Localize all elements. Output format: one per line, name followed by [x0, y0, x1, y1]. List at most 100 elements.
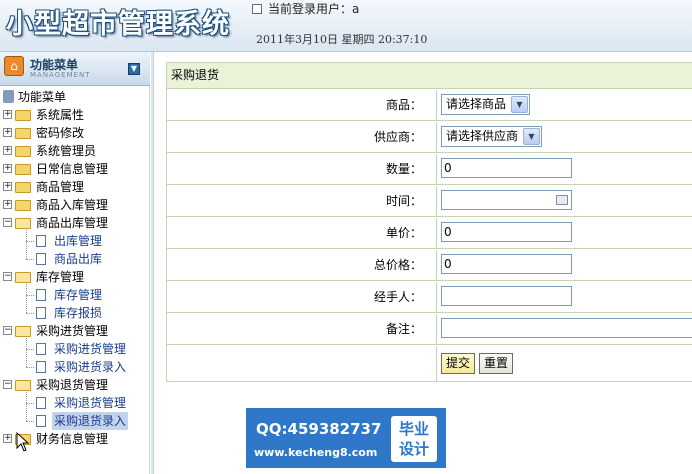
tree-guide [26, 403, 34, 404]
document-icon [36, 307, 46, 319]
sidebar-subitem[interactable]: 库存管理 [0, 286, 150, 304]
sidebar-item-label: 库存管理 [36, 270, 85, 284]
folder-open-icon [15, 218, 31, 229]
sidebar-subitem-label: 商品出库 [54, 252, 103, 266]
sidebar-item[interactable]: − 采购退货管理 [0, 376, 150, 394]
chevron-down-icon[interactable]: ▼ [511, 96, 528, 113]
sidebar-item[interactable]: + 商品入库管理 [0, 196, 150, 214]
row-quantity: 数量： 0 [167, 154, 692, 185]
expand-node-icon[interactable]: + [3, 200, 12, 209]
total-price-label: 总价格： [167, 250, 437, 280]
sidebar-item-label: 系统管理员 [36, 144, 97, 158]
computer-icon [3, 90, 14, 103]
sidebar-item[interactable]: + 系统属性 [0, 106, 150, 124]
row-handler: 经手人： [167, 282, 692, 313]
sidebar-subitem[interactable]: 采购退货录入 [0, 412, 150, 430]
app-header: 小型超市管理系统 当前登录用户：a 2011年3月10日 星期四 20:37:1… [0, 0, 692, 52]
document-icon [36, 415, 46, 427]
current-user-text: 当前登录用户：a [268, 2, 360, 16]
collapse-node-icon[interactable]: − [3, 326, 12, 335]
row-actions: 提交 重置 [167, 346, 692, 382]
sidebar-subitem[interactable]: 商品出库 [0, 250, 150, 268]
collapse-node-icon[interactable]: − [3, 218, 12, 227]
app-title: 小型超市管理系统 [6, 9, 230, 40]
expand-node-icon[interactable]: + [3, 128, 12, 137]
row-product: 商品： 请选择商品 ▼ [167, 90, 692, 121]
expand-node-icon[interactable]: + [3, 164, 12, 173]
expand-node-icon[interactable]: + [3, 146, 12, 155]
watermark-badge: 毕业 设计 [391, 416, 437, 462]
datetime: 2011年3月10日 星期四 20:37:10 [256, 33, 428, 46]
tree-guide [26, 421, 34, 422]
expand-node-icon[interactable]: + [3, 110, 12, 119]
sidebar-item[interactable]: + 密码修改 [0, 124, 150, 142]
supplier-select[interactable]: 请选择供应商 ▼ [441, 126, 542, 147]
product-select[interactable]: 请选择商品 ▼ [441, 94, 530, 115]
document-icon [36, 253, 46, 265]
current-user: 当前登录用户：a [252, 0, 359, 17]
mouse-cursor-icon [16, 432, 30, 452]
sidebar-item[interactable]: + 日常信息管理 [0, 160, 150, 178]
sidebar-subitem[interactable]: 库存报损 [0, 304, 150, 322]
sidebar-subitem-label: 采购退货录入 [52, 412, 129, 430]
document-icon [36, 235, 46, 247]
total-price-input[interactable]: 0 [441, 254, 572, 274]
chevron-down-icon[interactable]: ▼ [523, 128, 540, 145]
purchase-return-form: 采购退货 商品： 请选择商品 ▼ 供应商： 请选择供应商 ▼ 数量： 0 时间： [166, 62, 692, 382]
sidebar-subitem-label: 采购进货管理 [54, 342, 127, 356]
sidebar-item[interactable]: − 采购进货管理 [0, 322, 150, 340]
sidebar-item[interactable]: − 商品出库管理 [0, 214, 150, 232]
tree-guide [26, 241, 34, 242]
watermark-badge-line1: 毕业 [398, 420, 429, 438]
sidebar-item-label: 商品出库管理 [36, 216, 109, 230]
watermark-banner: QQ:459382737 www.kecheng8.com 毕业 设计 [246, 408, 446, 468]
collapse-icon[interactable]: ▼ [128, 63, 140, 75]
sidebar-item[interactable]: − 库存管理 [0, 268, 150, 286]
tree-guide [26, 282, 27, 313]
unit-price-label: 单价： [167, 218, 437, 248]
time-input[interactable] [441, 190, 572, 210]
collapse-node-icon[interactable]: − [3, 380, 12, 389]
submit-button[interactable]: 提交 [441, 353, 476, 374]
sidebar-subitem[interactable]: 出库管理 [0, 232, 150, 250]
expand-node-icon[interactable]: + [3, 434, 12, 443]
row-supplier: 供应商： 请选择供应商 ▼ [167, 122, 692, 153]
tree-guide [26, 367, 34, 368]
sidebar-item-label: 财务信息管理 [36, 432, 109, 446]
sidebar-item[interactable]: + 系统管理员 [0, 142, 150, 160]
folder-open-icon [15, 272, 31, 283]
tree-guide [26, 295, 34, 296]
row-time: 时间： [167, 186, 692, 217]
sidebar-item[interactable]: + 商品管理 [0, 178, 150, 196]
sidebar-item-label: 日常信息管理 [36, 162, 109, 176]
document-icon [36, 343, 46, 355]
product-select-value: 请选择商品 [446, 97, 507, 111]
sidebar-item-label: 商品管理 [36, 180, 85, 194]
sidebar-subitem-label: 采购进货录入 [54, 360, 127, 374]
sidebar-item-label: 密码修改 [36, 126, 85, 140]
expand-node-icon[interactable]: + [3, 182, 12, 191]
collapse-node-icon[interactable]: − [3, 272, 12, 281]
calendar-icon[interactable] [556, 195, 568, 205]
sidebar-subitem-label: 库存管理 [54, 288, 103, 302]
remark-input[interactable] [441, 318, 692, 338]
tree-guide [26, 313, 34, 314]
document-icon [36, 289, 46, 301]
row-remark: 备注： [167, 314, 692, 345]
splitter[interactable] [151, 52, 154, 474]
sidebar-item-label: 商品入库管理 [36, 198, 109, 212]
reset-button[interactable]: 重置 [479, 353, 514, 374]
menu-header: ⌂ 功能菜单 MANAGEMENT ▼ [0, 52, 150, 86]
watermark-qq: QQ:459382737 [256, 420, 382, 438]
sidebar: ⌂ 功能菜单 MANAGEMENT ▼ 功能菜单 + 系统属性 + 密码修改 + 系统管理员… [0, 52, 150, 474]
tree-guide [26, 349, 34, 350]
handler-input[interactable] [441, 286, 572, 306]
sidebar-subitem[interactable]: 采购进货管理 [0, 340, 150, 358]
quantity-input[interactable]: 0 [441, 158, 572, 178]
unit-price-input[interactable]: 0 [441, 222, 572, 242]
sidebar-subitem[interactable]: 采购进货录入 [0, 358, 150, 376]
tree-guide [26, 228, 27, 259]
folder-open-icon [15, 380, 31, 391]
tree-guide [26, 390, 27, 421]
sidebar-subitem[interactable]: 采购退货管理 [0, 394, 150, 412]
